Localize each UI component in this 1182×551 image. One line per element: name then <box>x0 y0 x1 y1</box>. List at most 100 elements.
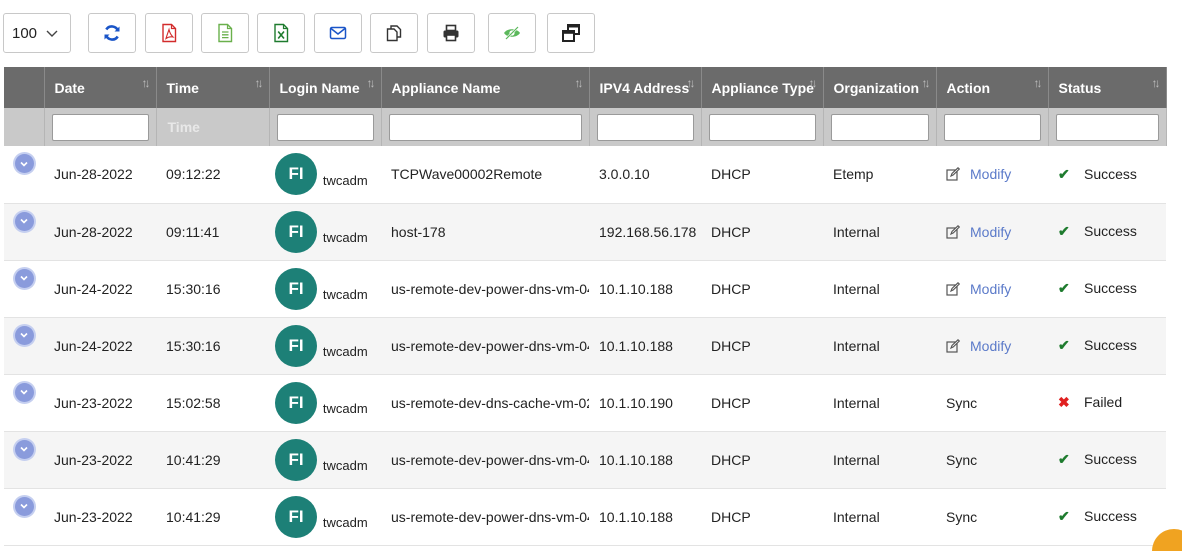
column-header-expand <box>4 67 45 108</box>
appliance-type-filter-input[interactable] <box>708 113 816 141</box>
expand-cell <box>4 146 44 204</box>
status-filter-input[interactable] <box>1055 113 1159 141</box>
column-header-ipv4-address[interactable]: IPV4 Address ↑↓ <box>589 67 702 108</box>
edit-icon[interactable] <box>946 281 961 296</box>
sort-icon[interactable]: ↑↓ <box>687 76 696 90</box>
action-filter-input[interactable] <box>943 113 1041 141</box>
column-header-date[interactable]: Date ↑↓ <box>44 67 157 108</box>
edit-icon[interactable] <box>946 338 961 353</box>
export-text-button[interactable] <box>201 13 249 53</box>
expand-row-icon[interactable] <box>14 439 34 459</box>
table-row[interactable]: Jun-28-2022 09:12:22 FI twcadm TCPWave00… <box>4 146 1166 204</box>
check-icon: ✔ <box>1058 280 1070 296</box>
organization-cell: Etemp <box>823 146 936 204</box>
date-cell: Jun-23-2022 <box>44 374 156 432</box>
export-excel-button[interactable] <box>257 13 305 53</box>
sort-icon[interactable]: ↑↓ <box>1034 76 1043 90</box>
table-row[interactable]: Jun-24-2022 15:30:16 FI twcadm us-remote… <box>4 317 1166 375</box>
login-name: twcadm <box>322 230 368 245</box>
table-row[interactable]: Jun-23-2022 10:41:29 FI twcadm us-remote… <box>4 431 1166 489</box>
expand-row-icon[interactable] <box>14 211 34 231</box>
modify-link[interactable]: Modify <box>970 338 1011 354</box>
expand-cell <box>4 260 44 318</box>
print-button[interactable] <box>427 13 475 53</box>
table-row[interactable]: Jun-24-2022 15:30:16 FI twcadm us-remote… <box>4 260 1166 318</box>
expand-cell <box>4 203 44 261</box>
login-name-filter-input[interactable] <box>276 113 374 141</box>
expand-row-icon[interactable] <box>14 382 34 402</box>
time-filter-label: Time <box>167 119 200 135</box>
export-pdf-button[interactable] <box>145 13 193 53</box>
time-cell: 09:12:22 <box>156 146 269 204</box>
sort-icon[interactable]: ↑↓ <box>1152 76 1161 90</box>
column-header-login-name[interactable]: Login Name ↑↓ <box>269 67 382 108</box>
modify-link[interactable]: Modify <box>970 281 1011 297</box>
toggle-columns-button[interactable] <box>488 13 536 53</box>
sort-icon[interactable]: ↑↓ <box>255 76 264 90</box>
modify-link[interactable]: Modify <box>970 224 1011 240</box>
header-row: Date ↑↓ Time ↑↓ Login Name ↑↓ Appliance Nam… <box>4 67 1167 108</box>
refresh-button[interactable] <box>88 13 136 53</box>
modify-link[interactable]: Modify <box>970 166 1011 182</box>
column-header-action[interactable]: Action ↑↓ <box>936 67 1049 108</box>
organization-cell: Internal <box>823 374 936 432</box>
organization-filter-input[interactable] <box>830 113 929 141</box>
action-cell: Modify <box>936 260 1048 318</box>
column-header-time[interactable]: Time ↑↓ <box>156 67 270 108</box>
time-cell: 10:41:29 <box>156 488 269 546</box>
time-cell: 10:41:29 <box>156 431 269 489</box>
avatar: FI <box>275 210 317 253</box>
date-cell: Jun-23-2022 <box>44 488 156 546</box>
mail-icon <box>329 26 347 40</box>
login-name-cell: FI twcadm <box>269 146 381 204</box>
sort-icon[interactable]: ↑↓ <box>142 76 151 90</box>
table-row[interactable]: Jun-23-2022 10:41:29 FI twcadm us-remote… <box>4 488 1166 546</box>
date-filter-input[interactable] <box>51 113 149 141</box>
column-header-appliance-type[interactable]: Appliance Type ↑↓ <box>701 67 824 108</box>
login-name-cell: FI twcadm <box>269 488 381 546</box>
status-cell: ✔ Success <box>1048 431 1166 489</box>
expand-row-icon[interactable] <box>14 325 34 345</box>
copy-button[interactable] <box>370 13 418 53</box>
status-text: Failed <box>1084 394 1123 410</box>
date-cell: Jun-28-2022 <box>44 146 156 204</box>
action-cell: Modify <box>936 203 1048 261</box>
expand-row-icon[interactable] <box>14 154 34 173</box>
table-row[interactable]: Jun-23-2022 15:02:58 FI twcadm us-remote… <box>4 374 1166 432</box>
email-button[interactable] <box>314 13 362 53</box>
sort-icon[interactable]: ↑↓ <box>367 76 376 90</box>
ipv4-address-filter-input[interactable] <box>596 113 694 141</box>
appliance-type-cell: DHCP <box>701 374 823 432</box>
login-name: twcadm <box>322 172 368 188</box>
time-cell: 09:11:41 <box>156 203 269 261</box>
sort-icon[interactable]: ↑↓ <box>809 76 818 90</box>
action-cell: Sync <box>936 374 1048 432</box>
time-cell: 15:30:16 <box>156 317 269 375</box>
edit-icon[interactable] <box>946 167 961 181</box>
avatar: FI <box>275 153 317 196</box>
action-cell: Modify <box>936 146 1048 204</box>
date-cell: Jun-24-2022 <box>44 317 156 375</box>
check-icon: ✔ <box>1058 337 1070 353</box>
ipv4-address-cell: 10.1.10.190 <box>589 374 701 432</box>
login-name-cell: FI twcadm <box>269 431 381 489</box>
appliance-name-filter-input[interactable] <box>388 113 582 141</box>
login-name-cell: FI twcadm <box>269 203 381 261</box>
edit-icon[interactable] <box>946 224 961 239</box>
page-size-select[interactable]: 100 <box>3 13 71 53</box>
column-header-appliance-name[interactable]: Appliance Name ↑↓ <box>381 67 590 108</box>
chevron-down-icon <box>45 26 59 40</box>
status-text: Success <box>1084 451 1137 467</box>
ipv4-address-cell: 3.0.0.10 <box>589 146 701 204</box>
expand-row-icon[interactable] <box>14 268 34 288</box>
sort-icon[interactable]: ↑↓ <box>922 76 931 90</box>
appliance-name-cell: us-remote-dev-power-dns-vm-04 <box>381 431 589 489</box>
expand-row-icon[interactable] <box>14 496 34 516</box>
sort-icon[interactable]: ↑↓ <box>575 76 584 90</box>
column-header-status[interactable]: Status ↑↓ <box>1048 67 1167 108</box>
column-header-organization[interactable]: Organization ↑↓ <box>823 67 937 108</box>
organization-cell: Internal <box>823 317 936 375</box>
check-icon: ✔ <box>1058 165 1070 182</box>
table-row[interactable]: Jun-28-2022 09:11:41 FI twcadm host-178 … <box>4 203 1166 261</box>
restore-window-button[interactable] <box>547 13 595 53</box>
